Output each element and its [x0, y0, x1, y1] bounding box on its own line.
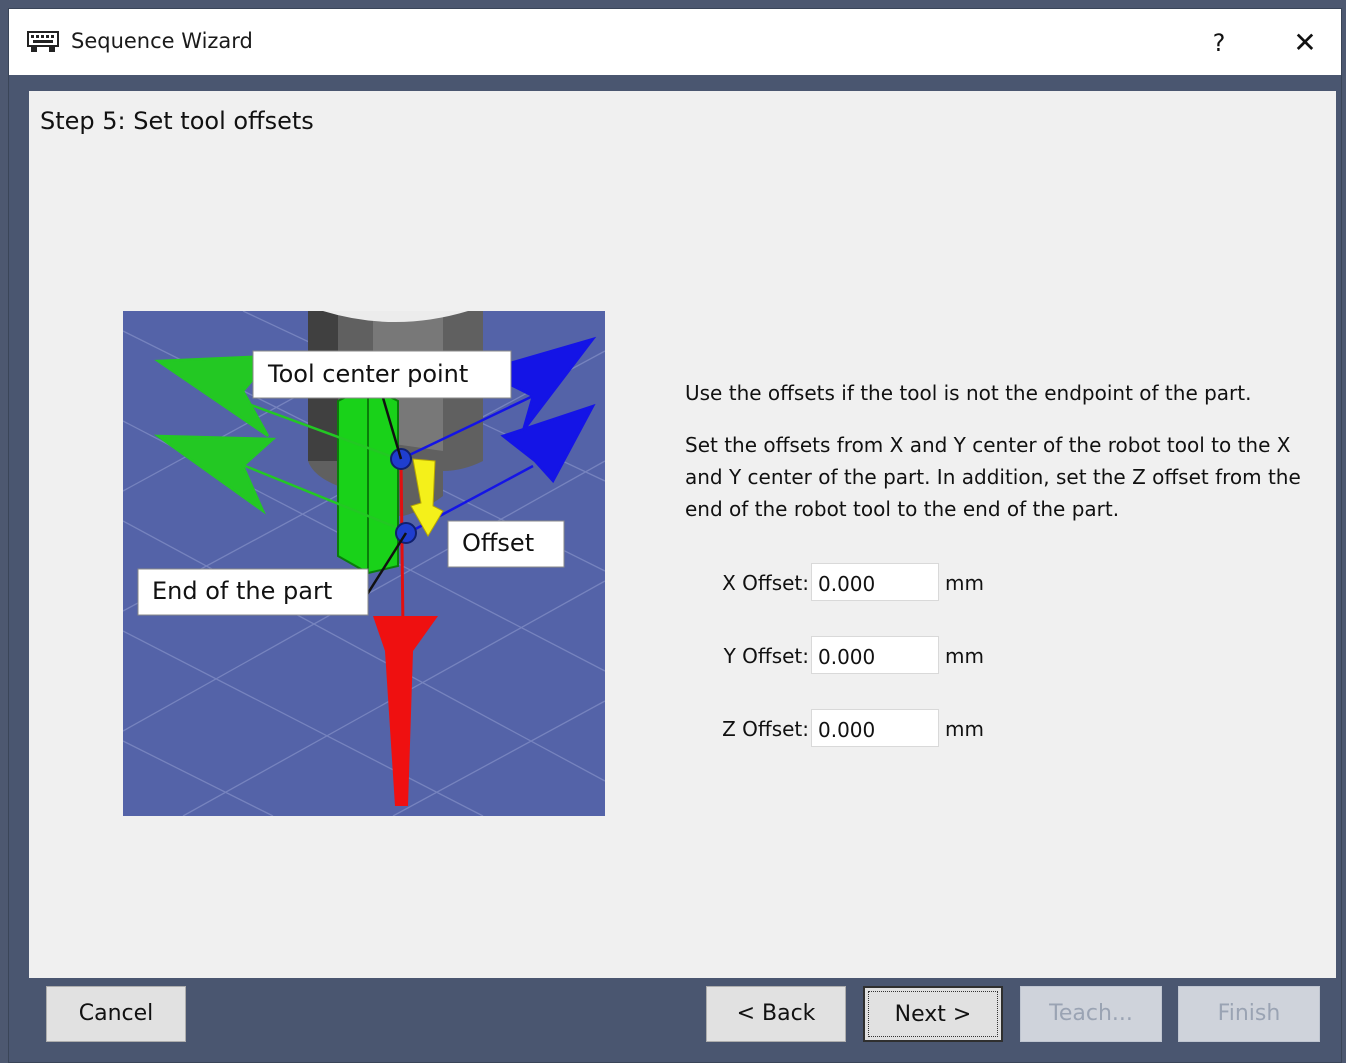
window-title: Sequence Wizard [71, 29, 253, 53]
y-offset-unit: mm [945, 644, 984, 668]
z-offset-input[interactable]: 0.000 [811, 709, 939, 747]
end-of-part-label: End of the part [152, 577, 332, 605]
back-button[interactable]: < Back [706, 986, 846, 1042]
z-offset-unit: mm [945, 717, 984, 741]
description-details: Set the offsets from X and Y center of t… [685, 433, 1301, 521]
step-title: Step 5: Set tool offsets [40, 107, 314, 135]
teach-button[interactable]: Teach... [1020, 986, 1162, 1042]
next-button-label: Next > [868, 991, 998, 1037]
wizard-content: Step 5: Set tool offsets Tool center poi… [29, 91, 1336, 978]
y-offset-input[interactable]: 0.000 [811, 636, 939, 674]
y-offset-label: Y Offset: [723, 644, 809, 668]
window-icon [27, 31, 59, 57]
tool-center-label: Tool center point [267, 360, 468, 388]
finish-button[interactable]: Finish [1178, 986, 1320, 1042]
offset-label: Offset [462, 529, 534, 557]
x-offset-unit: mm [945, 571, 984, 595]
x-offset-input[interactable]: 0.000 [811, 563, 939, 601]
next-button[interactable]: Next > [863, 986, 1003, 1042]
description: Use the offsets if the tool is not the e… [685, 377, 1325, 545]
help-button[interactable]: ? [1199, 21, 1239, 65]
cancel-button[interactable]: Cancel [46, 986, 186, 1042]
title-bar: Sequence Wizard ? ✕ [9, 9, 1341, 75]
description-intro: Use the offsets if the tool is not the e… [685, 381, 1252, 405]
wizard-window: Sequence Wizard ? ✕ Step 5: Set tool off… [8, 8, 1342, 1063]
tool-offset-illustration: Tool center point Offset End of the part [123, 311, 605, 816]
x-offset-label: X Offset: [722, 571, 809, 595]
close-button[interactable]: ✕ [1285, 21, 1325, 65]
z-offset-label: Z Offset: [722, 717, 809, 741]
